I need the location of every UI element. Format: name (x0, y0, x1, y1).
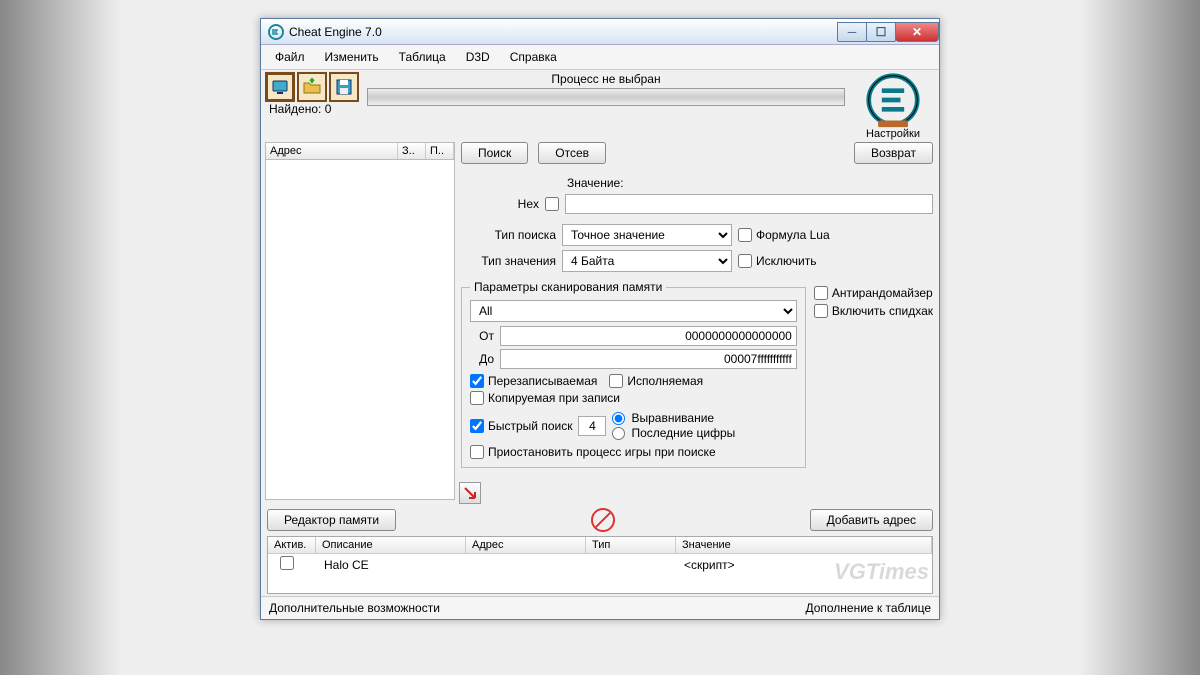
writable-checkbox[interactable] (470, 374, 484, 388)
value-type-label: Тип значения (461, 254, 556, 268)
range-to-input[interactable] (500, 349, 797, 369)
from-label: От (470, 329, 494, 343)
value-type-select[interactable]: 4 Байта (562, 250, 732, 272)
col-desc[interactable]: Описание (316, 537, 466, 553)
to-label: До (470, 352, 494, 366)
next-scan-button[interactable]: Отсев (538, 142, 606, 164)
app-window: Cheat Engine 7.0 ─ ☐ ✕ Файл Изменить Таб… (260, 18, 940, 620)
row-active-checkbox[interactable] (280, 556, 294, 570)
app-logo-icon[interactable] (865, 72, 921, 128)
select-process-button[interactable] (265, 72, 295, 102)
fast-scan-label: Быстрый поиск (488, 419, 572, 433)
speedhack-checkbox[interactable] (814, 304, 828, 318)
results-list[interactable] (265, 160, 455, 500)
executable-label: Исполняемая (627, 374, 703, 388)
menu-table[interactable]: Таблица (391, 48, 454, 66)
found-label: Найдено: (269, 102, 321, 116)
found-row: Найдено: 0 (265, 102, 359, 118)
col-s[interactable]: З.. (398, 143, 426, 159)
alignment-label: Выравнивание (631, 411, 714, 425)
scan-type-select[interactable]: Точное значение (562, 224, 732, 246)
hex-checkbox[interactable] (545, 197, 559, 211)
app-icon (267, 23, 285, 41)
footer-left-link[interactable]: Дополнительные возможности (269, 601, 440, 615)
save-button[interactable] (329, 72, 359, 102)
open-button[interactable] (297, 72, 327, 102)
menu-d3d[interactable]: D3D (458, 48, 498, 66)
table-row[interactable]: Halo CE <скрипт> (268, 554, 932, 575)
memory-view-button[interactable]: Редактор памяти (267, 509, 396, 531)
last-digits-label: Последние цифры (631, 426, 735, 440)
exclude-checkbox[interactable] (738, 254, 752, 268)
pause-game-checkbox[interactable] (470, 445, 484, 459)
window-controls: ─ ☐ ✕ (838, 22, 939, 42)
menu-file[interactable]: Файл (267, 48, 313, 66)
hex-label: Hex (461, 197, 539, 211)
cow-label: Копируемая при записи (488, 391, 620, 405)
add-to-list-button[interactable] (459, 482, 481, 504)
pause-game-label: Приостановить процесс игры при поиске (488, 445, 716, 459)
executable-checkbox[interactable] (609, 374, 623, 388)
logo-area: Настройки (853, 72, 933, 140)
col-type[interactable]: Тип (586, 537, 676, 553)
close-button[interactable]: ✕ (895, 22, 939, 42)
speedhack-label: Включить спидхак (832, 304, 933, 318)
scan-options-group: Параметры сканирования памяти All От До … (461, 280, 806, 468)
writable-label: Перезаписываемая (488, 374, 597, 388)
footer: Дополнительные возможности Дополнение к … (261, 596, 939, 619)
forbidden-icon[interactable] (591, 508, 615, 532)
lua-label: Формула Lua (756, 228, 830, 242)
value-label: Значение: (567, 176, 624, 190)
progress-bar (367, 88, 845, 106)
exclude-label: Исключить (756, 254, 816, 268)
undo-scan-button[interactable]: Возврат (854, 142, 933, 164)
alignment-radio[interactable] (612, 412, 625, 425)
value-input[interactable] (565, 194, 933, 214)
settings-link[interactable]: Настройки (866, 128, 920, 140)
menu-help[interactable]: Справка (502, 48, 565, 66)
range-from-input[interactable] (500, 326, 797, 346)
scan-options-legend: Параметры сканирования памяти (470, 280, 666, 294)
lua-checkbox[interactable] (738, 228, 752, 242)
first-scan-button[interactable]: Поиск (461, 142, 528, 164)
mem-region-select[interactable]: All (470, 300, 797, 322)
footer-right-link[interactable]: Дополнение к таблице (805, 601, 931, 615)
window-title: Cheat Engine 7.0 (289, 25, 838, 39)
found-count: 0 (325, 102, 332, 116)
last-digits-radio[interactable] (612, 427, 625, 440)
antirand-checkbox[interactable] (814, 286, 828, 300)
menu-edit[interactable]: Изменить (317, 48, 387, 66)
search-type-label: Тип поиска (461, 228, 556, 242)
address-table: Актив. Описание Адрес Тип Значение Halo … (267, 536, 933, 594)
cow-checkbox[interactable] (470, 391, 484, 405)
row-description[interactable]: Halo CE (318, 558, 468, 572)
maximize-button[interactable]: ☐ (866, 22, 896, 42)
col-addr[interactable]: Адрес (466, 537, 586, 553)
col-value[interactable]: Значение (676, 537, 932, 553)
antirand-label: Антирандомайзер (832, 286, 933, 300)
col-p[interactable]: П.. (426, 143, 454, 159)
process-status: Процесс не выбран (363, 72, 849, 86)
col-address[interactable]: Адрес (266, 143, 398, 159)
menubar: Файл Изменить Таблица D3D Справка (261, 45, 939, 70)
col-active[interactable]: Актив. (268, 537, 316, 553)
row-value[interactable]: <скрипт> (678, 558, 926, 572)
minimize-button[interactable]: ─ (837, 22, 867, 42)
fast-scan-checkbox[interactable] (470, 419, 484, 433)
add-address-button[interactable]: Добавить адрес (810, 509, 933, 531)
results-header: Адрес З.. П.. (265, 142, 455, 160)
alignment-input[interactable] (578, 416, 606, 436)
titlebar[interactable]: Cheat Engine 7.0 ─ ☐ ✕ (261, 19, 939, 45)
